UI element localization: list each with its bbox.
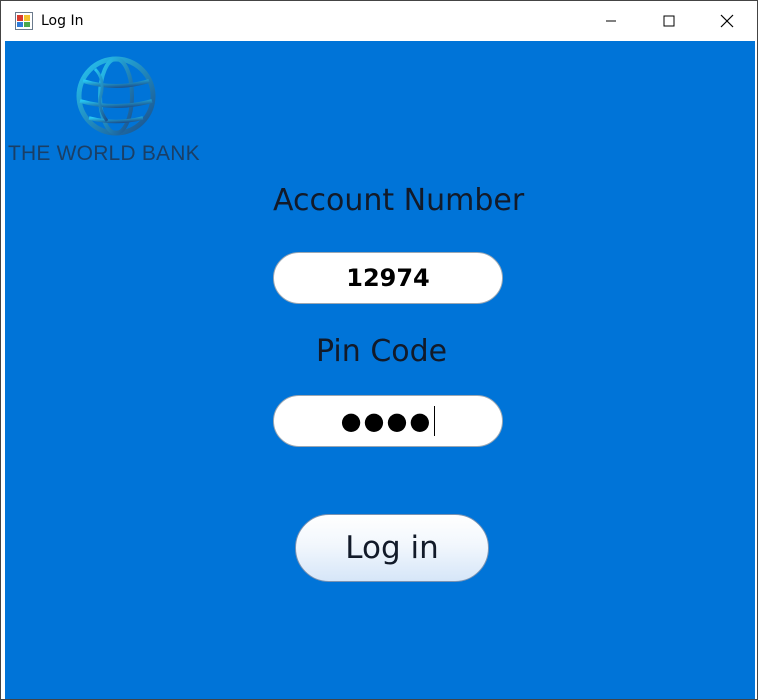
pin-code-label: Pin Code	[316, 334, 448, 369]
maximize-icon	[663, 15, 675, 27]
window-title: Log In	[41, 13, 84, 29]
minimize-icon	[606, 20, 616, 22]
login-button-label: Log in	[345, 530, 439, 566]
close-icon	[720, 14, 734, 28]
account-number-field[interactable]: 12974	[273, 252, 503, 304]
login-button[interactable]: Log in	[295, 514, 489, 582]
text-caret	[434, 406, 436, 436]
account-number-label: Account Number	[273, 183, 525, 218]
logo-text: THE WORLD BANK	[8, 142, 200, 165]
globe-icon	[76, 56, 156, 136]
account-number-value: 12974	[346, 264, 430, 292]
form-client-area: THE WORLD BANK Account Number 12974 Pin …	[5, 41, 755, 699]
maximize-button[interactable]	[640, 1, 698, 41]
login-window: Log In THE WORLD BANK Account Number 129…	[0, 0, 758, 700]
minimize-button[interactable]	[582, 1, 640, 41]
close-button[interactable]	[698, 1, 756, 41]
app-icon	[15, 12, 33, 30]
pin-code-field[interactable]: ●●●●	[273, 395, 503, 447]
title-bar[interactable]: Log In	[1, 1, 757, 41]
pin-code-masked-value: ●●●●	[340, 407, 433, 435]
